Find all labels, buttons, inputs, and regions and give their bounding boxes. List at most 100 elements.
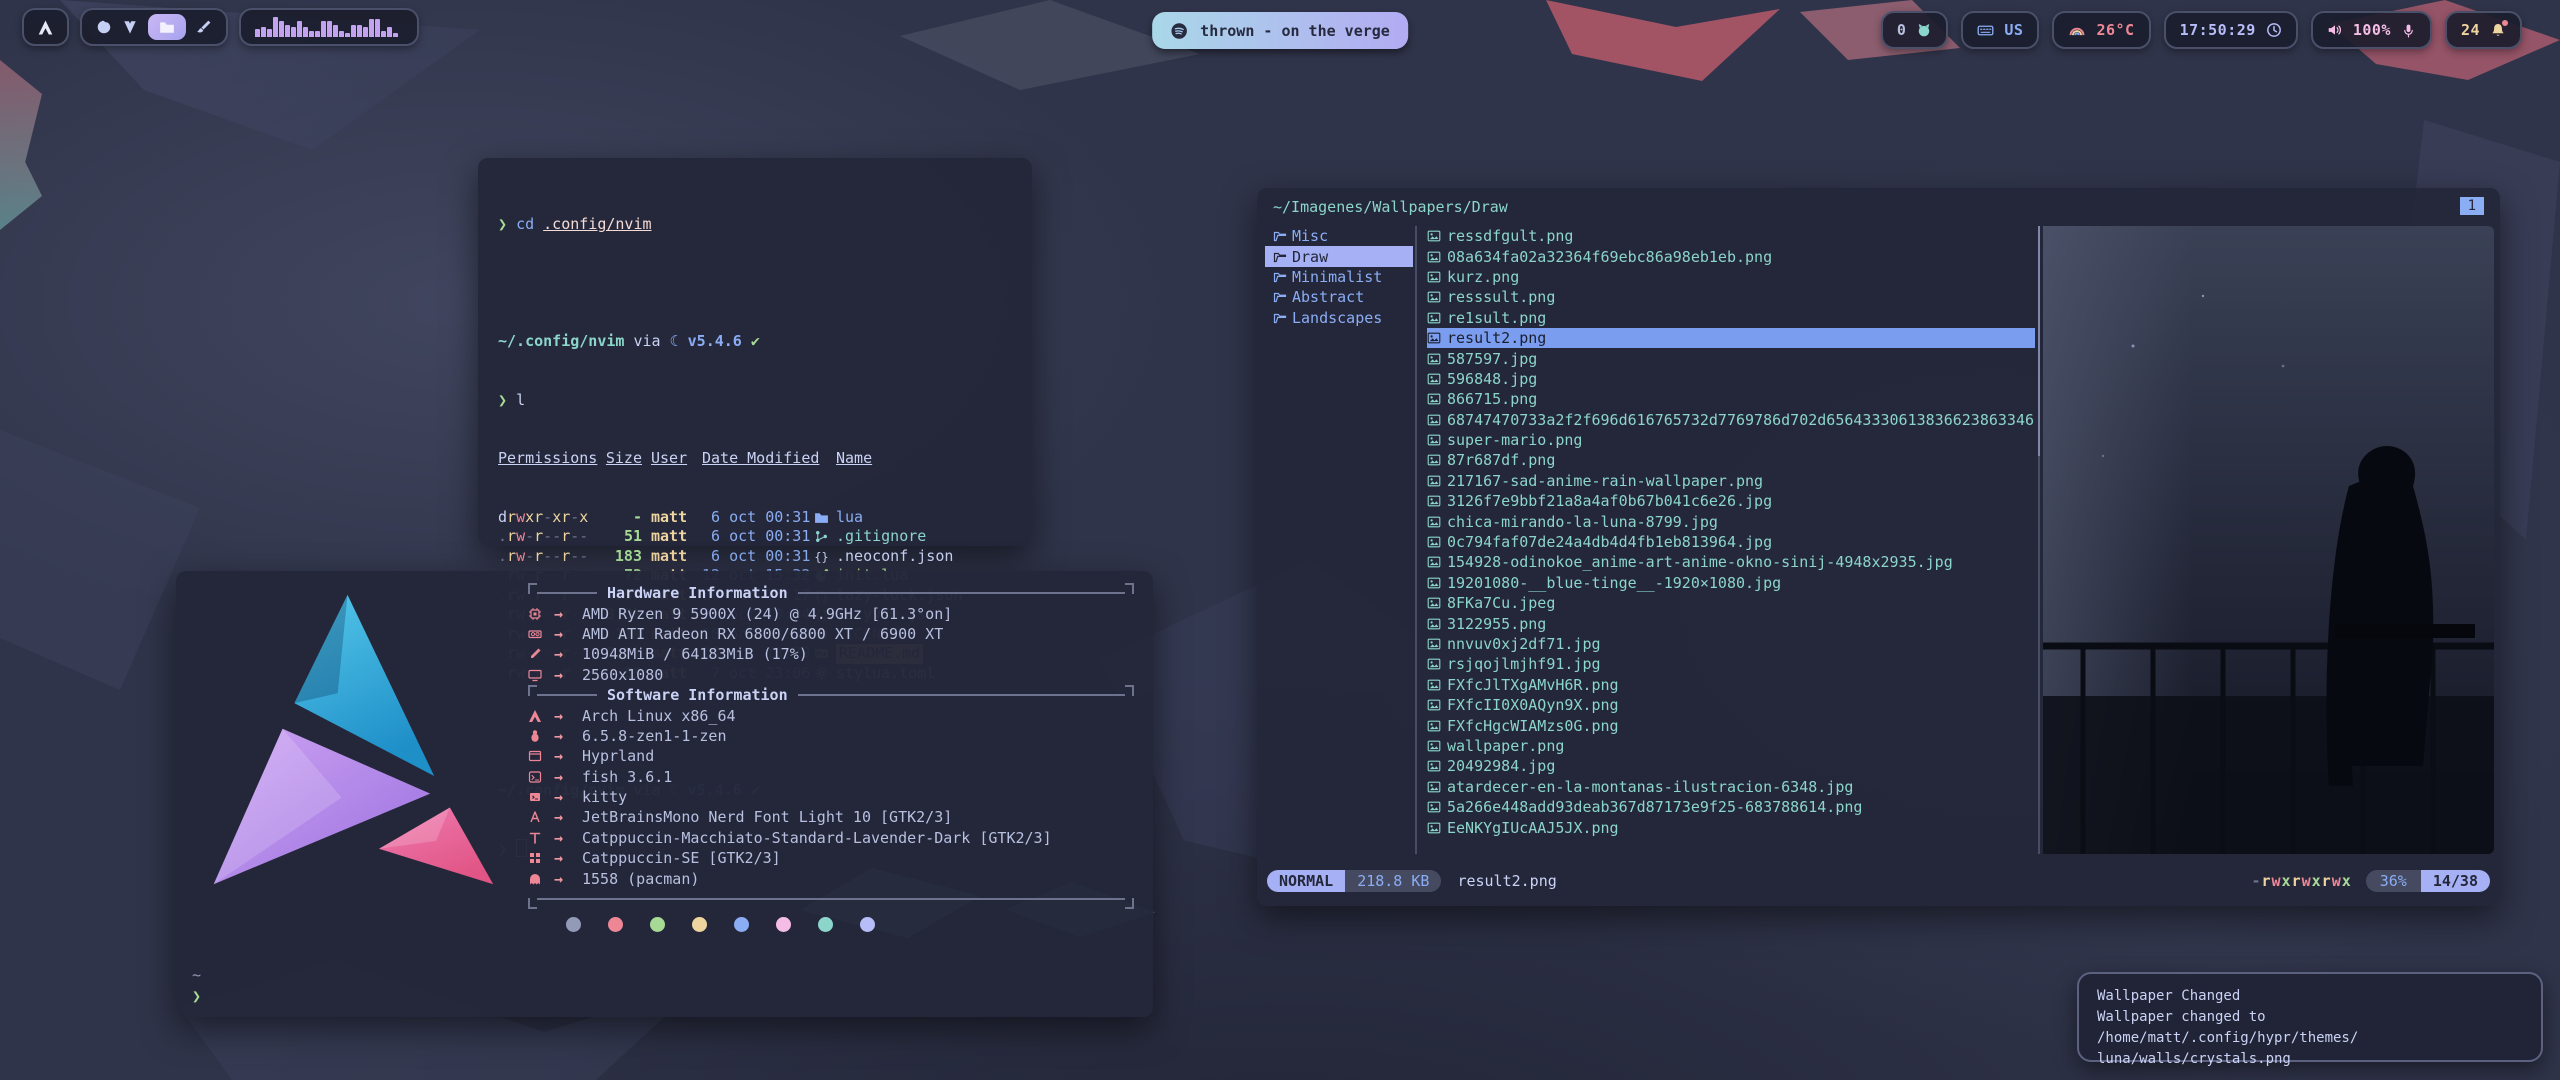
fm-file-name: 587597.jpg (1447, 350, 1537, 368)
fm-file-row[interactable]: 20492984.jpg (1427, 756, 2035, 776)
file-date: 6 oct 00:31 (702, 508, 814, 528)
sidebar-folder-minimalist[interactable]: Minimalist (1265, 267, 1413, 287)
fm-file-name: 596848.jpg (1447, 370, 1537, 388)
terminal-color-dot (734, 917, 749, 932)
shell-tilde: ~ (192, 965, 201, 986)
fm-file-row[interactable]: 19201080-__blue-tinge__-1920×1080.jpg (1427, 573, 2035, 593)
fm-file-row[interactable]: 08a634fa02a32364f69ebc86a98eb1eb.png (1427, 246, 2035, 266)
fm-file-row[interactable]: 3126f7e9bbf21a8a4af0b67b041c6e26.jpg (1427, 491, 2035, 511)
fm-file-row[interactable]: 217167-sad-anime-rain-wallpaper.png (1427, 471, 2035, 491)
status-notifications[interactable]: 24 (2445, 11, 2522, 49)
fm-file-row[interactable]: super-mario.png (1427, 430, 2035, 450)
fm-file-row[interactable]: 5a266e448add93deab367d87173e9f25-6837886… (1427, 797, 2035, 817)
permissions-string: .rw-r--r-- (498, 547, 598, 567)
visualizer-bar (333, 25, 338, 37)
fm-file-row[interactable]: nnvuv0xj2df71.jpg (1427, 634, 2035, 654)
workspace-firefox[interactable] (96, 19, 112, 35)
fm-file-row[interactable]: ressdfgult.png (1427, 226, 2035, 246)
fm-file-row[interactable]: EeNKYgIUcAAJ5JX.png (1427, 817, 2035, 837)
cpu-icon (528, 607, 554, 621)
image-file-icon (1427, 392, 1441, 406)
fm-file-row[interactable]: 596848.jpg (1427, 369, 2035, 389)
fm-file-row[interactable]: 87r687df.png (1427, 450, 2035, 470)
media-player-pill[interactable]: thrown - on the verge (1152, 12, 1408, 49)
status-volume[interactable]: 100% (2311, 11, 2432, 49)
fm-file-row[interactable]: 68747470733a2f2f696d616765732d7769786d70… (1427, 410, 2035, 430)
fm-file-row[interactable]: result2.png (1427, 328, 2035, 348)
fm-file-row[interactable]: FXfcHgcWIAMzs0G.png (1427, 715, 2035, 735)
terminal-window[interactable]: ❯ cd .config/nvim ~/.config/nvim via ☾ v… (478, 158, 1032, 546)
workspace-vim[interactable] (122, 19, 138, 35)
image-file-icon (1427, 290, 1441, 304)
terminal-prompt-context: ~/.config/nvim via ☾ v5.4.6 ✔ (498, 332, 1012, 352)
status-updates[interactable]: 0 (1881, 11, 1949, 49)
status-weather[interactable]: 26°C (2052, 11, 2150, 49)
svg-text:{}: {} (814, 550, 828, 564)
fm-file-row[interactable]: resssult.png (1427, 287, 2035, 307)
fm-file-row[interactable]: 3122955.png (1427, 613, 2035, 633)
display-icon (528, 668, 554, 682)
software-section-header: Software Information (528, 685, 1134, 705)
fm-file-list: ressdfgult.png 08a634fa02a32364f69ebc86a9… (1427, 226, 2035, 838)
fm-file-name: 08a634fa02a32364f69ebc86a98eb1eb.png (1447, 248, 1772, 266)
system-info-panel: Hardware Information →AMD Ryzen 9 5900X … (528, 583, 1134, 909)
info-value: Catppuccin-Macchiato-Standard-Lavender-D… (582, 829, 1052, 847)
pacman-icon (528, 872, 554, 886)
terminal-cmd-line: ❯ cd .config/nvim (498, 215, 1012, 235)
fm-file-name: 19201080-__blue-tinge__-1920×1080.jpg (1447, 574, 1781, 592)
hardware-section-header: Hardware Information (528, 583, 1134, 603)
fm-tab-badge[interactable]: 1 (2460, 197, 2484, 215)
visualizer-bar (267, 29, 272, 37)
notification-body: luna/walls/crystals.png (2097, 1049, 2523, 1070)
fm-scroll-percent: 36% (2366, 870, 2421, 892)
terminal-cmd-line: ❯ l (498, 391, 1012, 411)
notification-popup[interactable]: Wallpaper Changed Wallpaper changed to /… (2077, 972, 2543, 1062)
image-file-icon (1427, 637, 1441, 651)
fm-file-row[interactable]: 866715.png (1427, 389, 2035, 409)
image-file-icon (1427, 576, 1441, 590)
image-file-icon (1427, 453, 1441, 467)
fm-file-row[interactable]: FXfcJlTXgAMvH6R.png (1427, 675, 2035, 695)
fm-file-row[interactable]: kurz.png (1427, 267, 2035, 287)
fm-file-name: chica-mirando-la-luna-8799.jpg (1447, 513, 1718, 531)
workspace-folder-active[interactable] (148, 14, 186, 40)
image-file-icon (1427, 759, 1441, 773)
fm-file-row[interactable]: wallpaper.png (1427, 736, 2035, 756)
fetch-shell-prompt[interactable]: ~ ❯ (192, 965, 201, 1007)
notification-body: Wallpaper changed to /home/matt/.config/… (2097, 1007, 2523, 1049)
fm-file-row[interactable]: 587597.jpg (1427, 348, 2035, 368)
file-manager-window[interactable]: ~/Imagenes/Wallpapers/Draw 1 MiscDrawMin… (1257, 188, 2500, 906)
image-file-icon (1427, 331, 1441, 345)
fm-file-row[interactable]: 154928-odinokoe_anime-art-anime-okno-sin… (1427, 552, 2035, 572)
info-value: Catppuccin-SE [GTK2/3] (582, 849, 781, 867)
sidebar-folder-abstract[interactable]: Abstract (1265, 287, 1413, 307)
visualizer-bar (297, 21, 302, 37)
fm-file-row[interactable]: chica-mirando-la-luna-8799.jpg (1427, 511, 2035, 531)
sidebar-folder-landscapes[interactable]: Landscapes (1265, 308, 1413, 328)
memory-icon (528, 647, 554, 661)
fm-scrollbar-thumb[interactable] (2038, 226, 2040, 456)
file-size: 183 (598, 547, 642, 567)
fm-file-row[interactable]: atardecer-en-la-montanas-ilustracion-634… (1427, 777, 2035, 797)
fm-file-row[interactable]: re1sult.png (1427, 308, 2035, 328)
status-keyboard-layout[interactable]: US (1961, 11, 2039, 49)
fm-file-row[interactable]: rsjqojlmjhf91.jpg (1427, 654, 2035, 674)
visualizer-bar (261, 27, 266, 37)
status-clock[interactable]: 17:50:29 (2164, 11, 2298, 49)
fm-file-row[interactable]: FXfcII0X0AQyn9X.png (1427, 695, 2035, 715)
theme-icon (528, 831, 554, 845)
app-launcher-button[interactable] (22, 8, 69, 46)
sidebar-folder-misc[interactable]: Misc (1265, 226, 1413, 246)
image-file-icon (1427, 494, 1441, 508)
fm-file-name: atardecer-en-la-montanas-ilustracion-634… (1447, 778, 1853, 796)
fetch-terminal-window[interactable]: Hardware Information →AMD Ryzen 9 5900X … (176, 571, 1153, 1017)
permissions-string: -rwxrwxrwx (2251, 872, 2351, 890)
visualizer-bar (381, 31, 386, 37)
arrow-icon: → (554, 625, 582, 643)
info-value: 1558 (pacman) (582, 870, 699, 888)
fm-file-row[interactable]: 0c794faf07de24a4db4d4fb1eb813964.jpg (1427, 532, 2035, 552)
workspace-brush[interactable] (196, 19, 212, 35)
fm-file-row[interactable]: 8FKa7Cu.jpeg (1427, 593, 2035, 613)
info-row: →AMD ATI Radeon RX 6800/6800 XT / 6900 X… (528, 624, 1134, 644)
sidebar-folder-draw[interactable]: Draw (1265, 246, 1413, 266)
